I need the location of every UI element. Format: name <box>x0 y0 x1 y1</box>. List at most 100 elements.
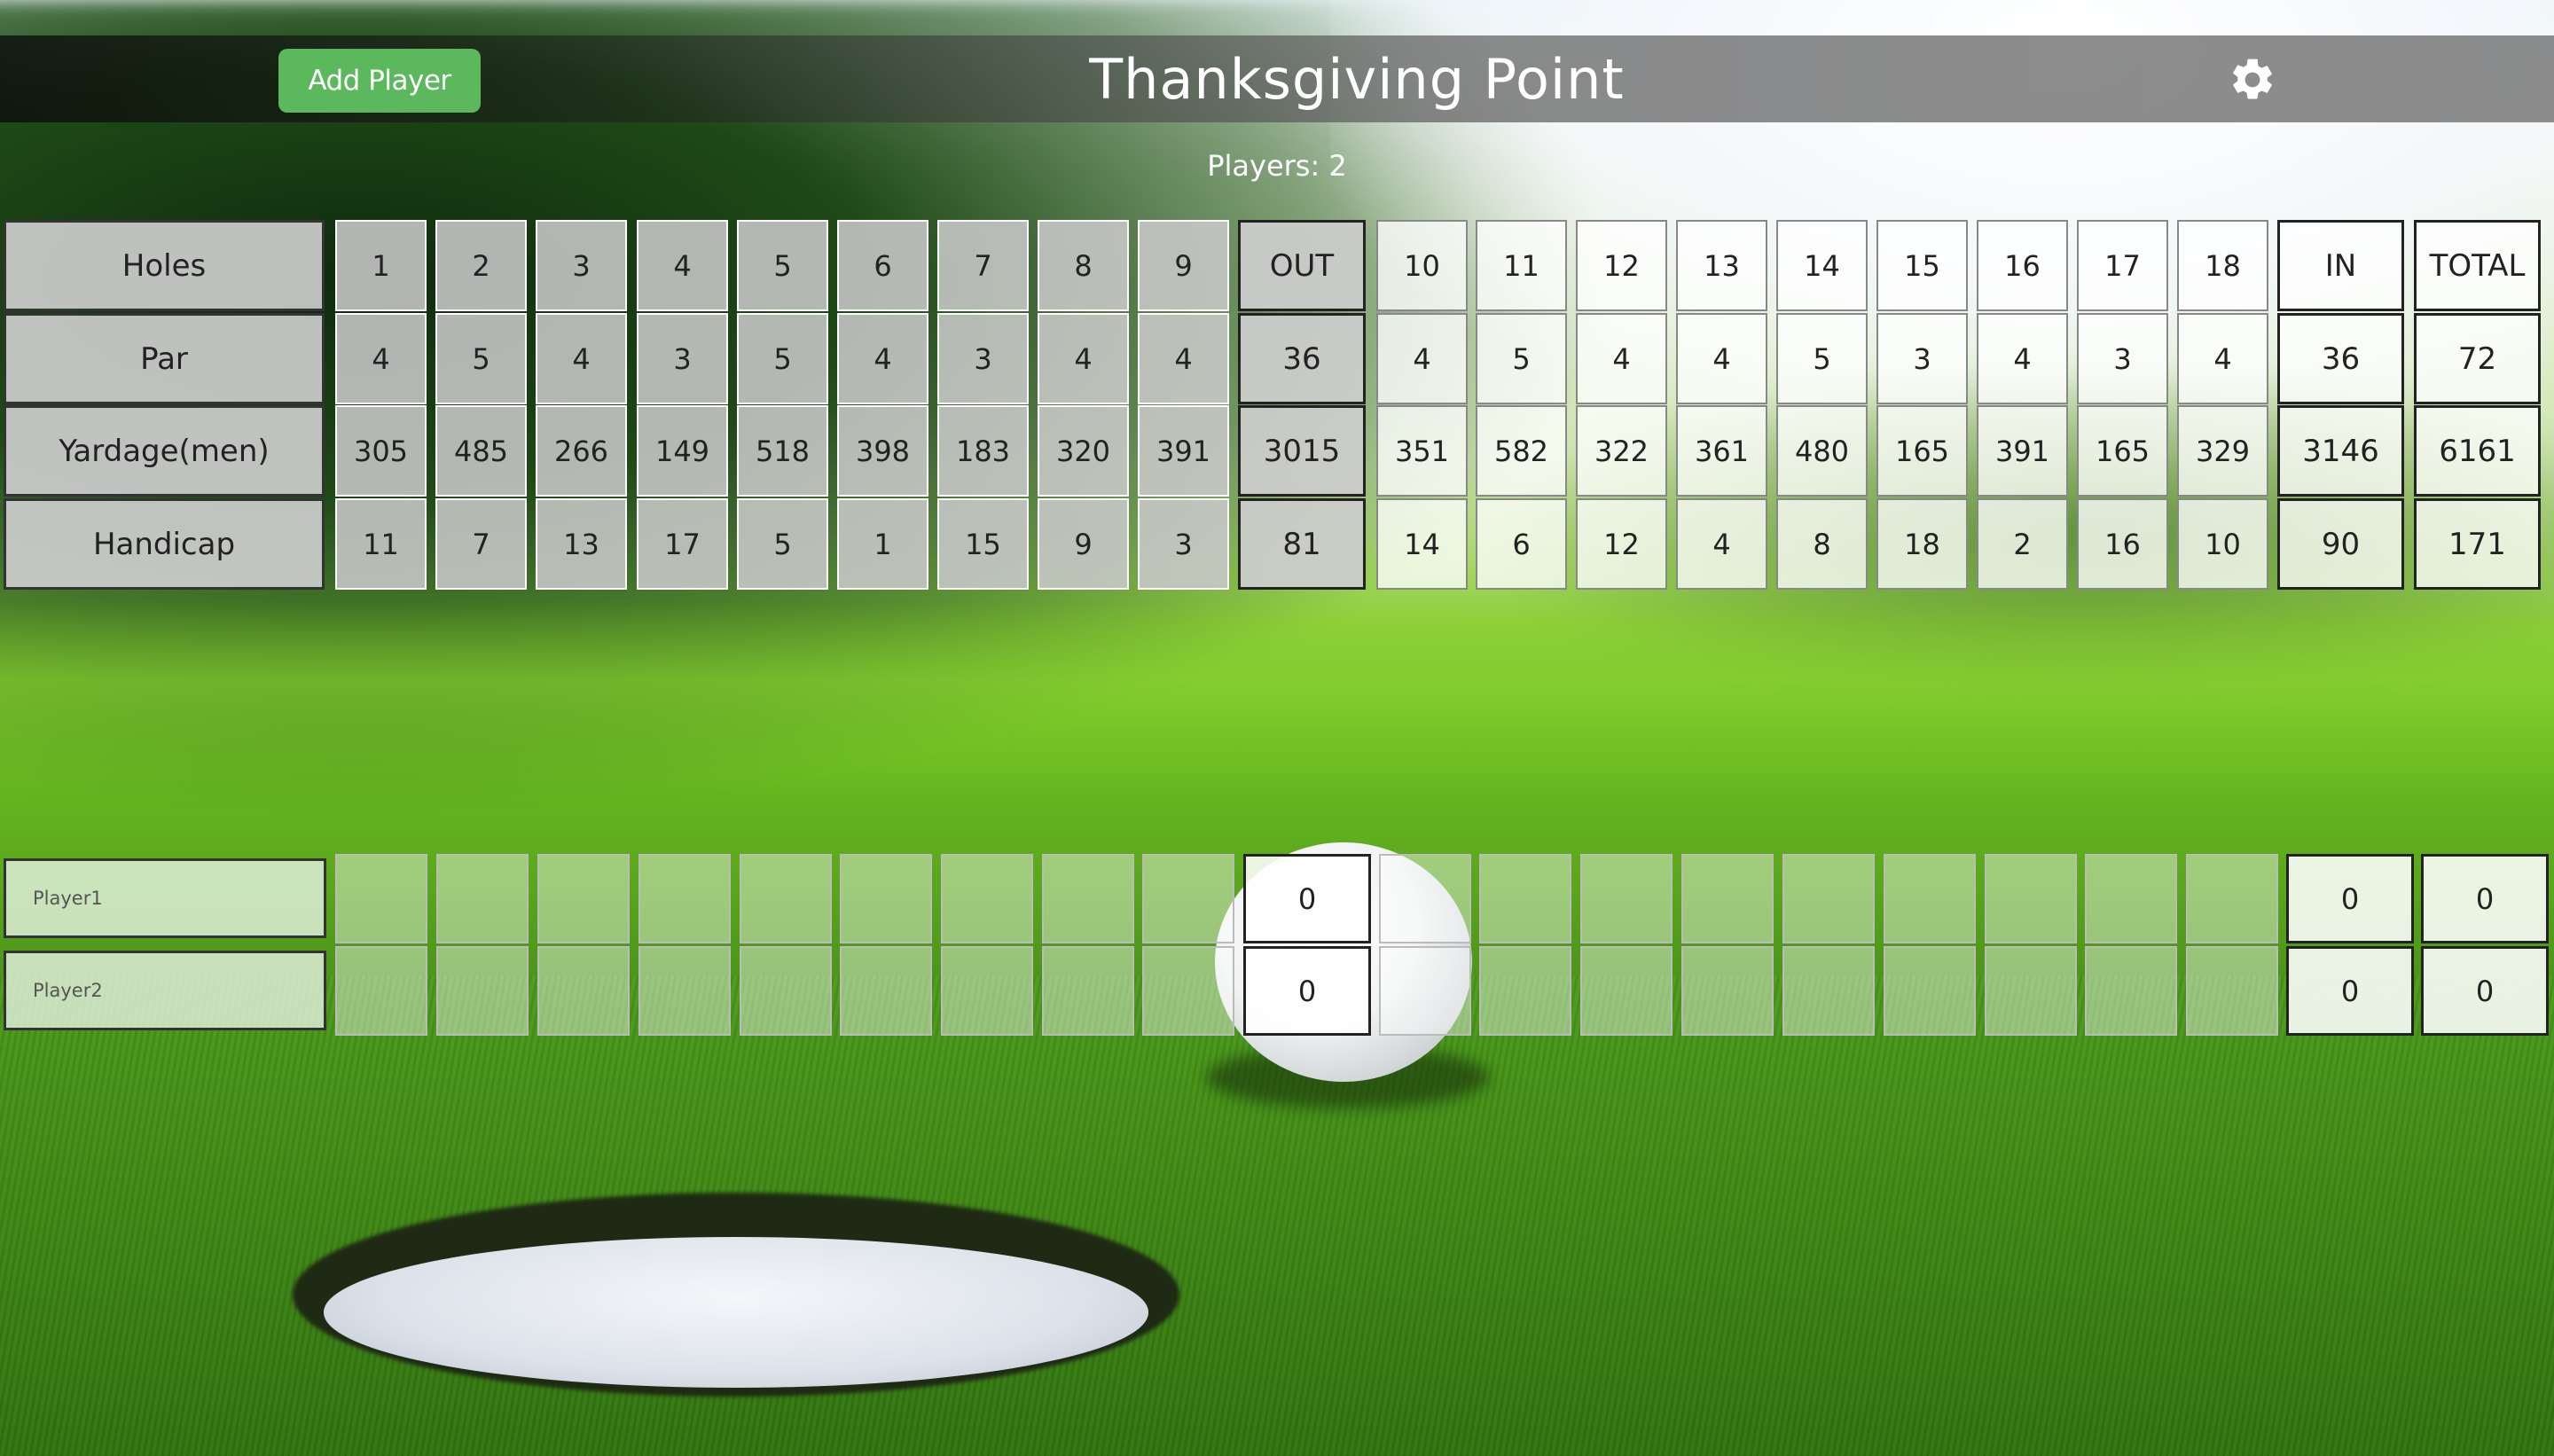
score-input-hole-10[interactable] <box>1379 946 1471 1036</box>
score-input-hole-17[interactable] <box>2085 946 2177 1036</box>
row-label-par: Par <box>4 313 325 404</box>
add-player-button[interactable]: Add Player <box>278 49 481 113</box>
total-yardage-cell: 6161 <box>2414 405 2541 497</box>
score-input-hole-2[interactable] <box>436 946 529 1036</box>
score-input-hole-15[interactable] <box>1884 854 1976 943</box>
out-handicap-cell: 81 <box>1238 498 1366 590</box>
row-label-handicap: Handicap <box>4 498 325 590</box>
score-input-hole-4[interactable] <box>638 854 731 943</box>
handicap-cell-hole-6: 1 <box>837 498 928 590</box>
par-cell-hole-10: 4 <box>1376 313 1468 404</box>
score-input-hole-14[interactable] <box>1782 854 1875 943</box>
par-cell-hole-9: 4 <box>1138 313 1229 404</box>
holes-cell-hole-16: 16 <box>1977 220 2068 311</box>
par-cell-hole-18: 4 <box>2177 313 2268 404</box>
score-input-hole-16[interactable] <box>1985 946 2077 1036</box>
score-input-hole-13[interactable] <box>1681 854 1774 943</box>
handicap-cell-hole-14: 8 <box>1776 498 1868 590</box>
score-input-hole-14[interactable] <box>1782 946 1875 1036</box>
yardage-cell-hole-16: 391 <box>1977 405 2068 497</box>
score-input-hole-16[interactable] <box>1985 854 2077 943</box>
holes-cell-hole-18: 18 <box>2177 220 2268 311</box>
yardage-cell-hole-17: 165 <box>2077 405 2168 497</box>
score-input-hole-8[interactable] <box>1042 854 1134 943</box>
yardage-cell-hole-3: 266 <box>536 405 627 497</box>
score-input-hole-11[interactable] <box>1479 946 1571 1036</box>
score-input-hole-6[interactable] <box>840 946 932 1036</box>
out-yardage-cell: 3015 <box>1238 405 1366 497</box>
in-par-cell: 36 <box>2277 313 2404 404</box>
player-in-total: 0 <box>2286 946 2414 1036</box>
par-cell-hole-14: 5 <box>1776 313 1868 404</box>
handicap-cell-hole-16: 2 <box>1977 498 2068 590</box>
yardage-cell-hole-11: 582 <box>1476 405 1567 497</box>
handicap-cell-hole-7: 15 <box>937 498 1029 590</box>
player-grand-total: 0 <box>2421 946 2549 1036</box>
gear-icon[interactable] <box>2228 55 2277 105</box>
holes-cell-hole-8: 8 <box>1038 220 1129 311</box>
score-input-hole-7[interactable] <box>941 946 1033 1036</box>
score-input-hole-1[interactable] <box>335 946 427 1036</box>
row-label-holes: Holes <box>4 220 325 311</box>
par-cell-hole-15: 3 <box>1876 313 1968 404</box>
total-holes-cell: TOTAL <box>2414 220 2541 311</box>
yardage-cell-hole-1: 305 <box>335 405 427 497</box>
score-input-hole-7[interactable] <box>941 854 1033 943</box>
yardage-cell-hole-9: 391 <box>1138 405 1229 497</box>
par-cell-hole-6: 4 <box>837 313 928 404</box>
yardage-cell-hole-13: 361 <box>1676 405 1767 497</box>
par-cell-hole-4: 3 <box>637 313 728 404</box>
yardage-cell-hole-10: 351 <box>1376 405 1468 497</box>
golf-hole-cup <box>324 1237 1148 1388</box>
score-input-hole-13[interactable] <box>1681 946 1774 1036</box>
handicap-cell-hole-1: 11 <box>335 498 427 590</box>
score-input-hole-3[interactable] <box>537 946 630 1036</box>
par-cell-hole-12: 4 <box>1576 313 1667 404</box>
par-cell-hole-17: 3 <box>2077 313 2168 404</box>
score-input-hole-6[interactable] <box>840 854 932 943</box>
holes-cell-hole-12: 12 <box>1576 220 1667 311</box>
player-name-field[interactable]: Player1 <box>4 858 326 938</box>
handicap-cell-hole-2: 7 <box>435 498 527 590</box>
yardage-cell-hole-7: 183 <box>937 405 1029 497</box>
score-input-hole-9[interactable] <box>1142 946 1234 1036</box>
holes-cell-hole-3: 3 <box>536 220 627 311</box>
par-cell-hole-7: 3 <box>937 313 1029 404</box>
score-input-hole-15[interactable] <box>1884 946 1976 1036</box>
score-input-hole-2[interactable] <box>436 854 529 943</box>
score-input-hole-8[interactable] <box>1042 946 1134 1036</box>
player-out-total: 0 <box>1243 854 1371 943</box>
score-input-hole-12[interactable] <box>1580 946 1673 1036</box>
par-cell-hole-13: 4 <box>1676 313 1767 404</box>
yardage-cell-hole-4: 149 <box>637 405 728 497</box>
handicap-cell-hole-15: 18 <box>1876 498 1968 590</box>
score-input-hole-17[interactable] <box>2085 854 2177 943</box>
fairway <box>0 603 2554 798</box>
score-input-hole-18[interactable] <box>2186 854 2278 943</box>
in-yardage-cell: 3146 <box>2277 405 2404 497</box>
holes-cell-hole-2: 2 <box>435 220 527 311</box>
holes-cell-hole-4: 4 <box>637 220 728 311</box>
score-input-hole-1[interactable] <box>335 854 427 943</box>
score-input-hole-3[interactable] <box>537 854 630 943</box>
player-name-field[interactable]: Player2 <box>4 951 326 1030</box>
holes-cell-hole-6: 6 <box>837 220 928 311</box>
holes-cell-hole-17: 17 <box>2077 220 2168 311</box>
holes-cell-hole-1: 1 <box>335 220 427 311</box>
score-input-hole-12[interactable] <box>1580 854 1673 943</box>
score-input-hole-5[interactable] <box>740 946 832 1036</box>
handicap-cell-hole-10: 14 <box>1376 498 1468 590</box>
background-photo <box>0 0 2554 1456</box>
score-input-hole-9[interactable] <box>1142 854 1234 943</box>
par-cell-hole-5: 5 <box>737 313 828 404</box>
score-input-hole-18[interactable] <box>2186 946 2278 1036</box>
handicap-cell-hole-12: 12 <box>1576 498 1667 590</box>
score-input-hole-5[interactable] <box>740 854 832 943</box>
score-input-hole-10[interactable] <box>1379 854 1471 943</box>
score-input-hole-11[interactable] <box>1479 854 1571 943</box>
yardage-cell-hole-12: 322 <box>1576 405 1667 497</box>
handicap-cell-hole-17: 16 <box>2077 498 2168 590</box>
score-input-hole-4[interactable] <box>638 946 731 1036</box>
par-cell-hole-11: 5 <box>1476 313 1567 404</box>
yardage-cell-hole-2: 485 <box>435 405 527 497</box>
